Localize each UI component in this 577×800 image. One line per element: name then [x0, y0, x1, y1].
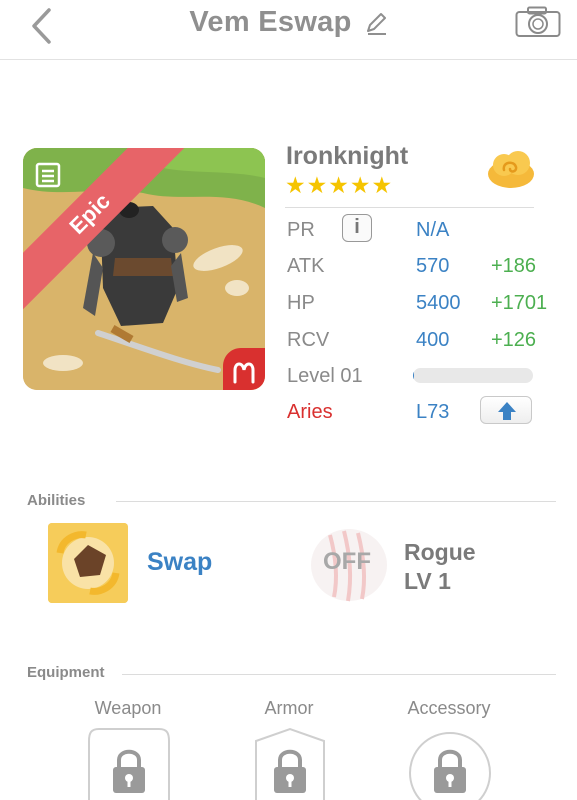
- weapon-slot-label: Weapon: [94, 698, 162, 718]
- equipment-section-title: Equipment: [27, 664, 105, 681]
- arrow-up-icon: [498, 402, 516, 420]
- pr-value: N/A: [416, 219, 450, 241]
- page-title: Vem Eswap: [189, 6, 352, 38]
- level-progress-fill: [413, 368, 415, 383]
- accessory-slot[interactable]: [408, 727, 492, 800]
- hp-label: HP: [287, 292, 315, 314]
- camera-icon[interactable]: [515, 6, 561, 38]
- abilities-divider: [116, 501, 556, 502]
- armor-slot[interactable]: [248, 727, 332, 800]
- info-icon[interactable]: i: [342, 214, 372, 242]
- level-label: Level 01: [287, 365, 363, 387]
- pencil-icon[interactable]: [364, 11, 388, 35]
- cloud-icon[interactable]: [486, 148, 536, 190]
- hp-value: 5400: [416, 292, 461, 314]
- atk-label: ATK: [287, 255, 325, 277]
- hero-star-rating: ★★★★★: [285, 172, 394, 198]
- hero-divider: [285, 207, 534, 208]
- hero-portrait-card[interactable]: Epic: [23, 148, 265, 390]
- passive-ability-info: Rogue LV 1: [404, 538, 476, 596]
- swap-ability-icon[interactable]: [48, 523, 128, 603]
- rcv-label: RCV: [287, 329, 330, 351]
- passive-ability-state[interactable]: OFF: [323, 548, 371, 576]
- swap-arrows-icon: [48, 523, 128, 603]
- rcv-value: 400: [416, 329, 450, 351]
- atk-value: 570: [416, 255, 450, 277]
- level-progress-bar: [413, 368, 533, 383]
- card-tag-icon: [35, 162, 61, 188]
- aries-sign-icon: [223, 348, 265, 390]
- atk-bonus: +186: [491, 255, 537, 277]
- page-title-container: Vem Eswap: [0, 6, 577, 39]
- zodiac-sign-label: Aries: [287, 401, 333, 423]
- equipment-divider: [122, 674, 556, 675]
- armor-slot-label: Armor: [264, 698, 314, 718]
- hp-bonus: +1701: [491, 292, 548, 314]
- rcv-bonus: +126: [491, 329, 537, 351]
- abilities-section-title: Abilities: [27, 492, 86, 509]
- passive-ability-level: LV 1: [404, 568, 451, 594]
- active-ability-name[interactable]: Swap: [147, 548, 212, 577]
- upgrade-button[interactable]: [480, 396, 532, 424]
- weapon-slot[interactable]: [87, 727, 171, 800]
- hero-name: Ironknight: [286, 142, 409, 170]
- passive-ability-name: Rogue: [404, 539, 476, 565]
- pr-label: PR: [287, 219, 315, 241]
- accessory-slot-label: Accessory: [407, 698, 491, 718]
- top-bar: Vem Eswap: [0, 0, 577, 60]
- zodiac-level: L73: [416, 401, 450, 423]
